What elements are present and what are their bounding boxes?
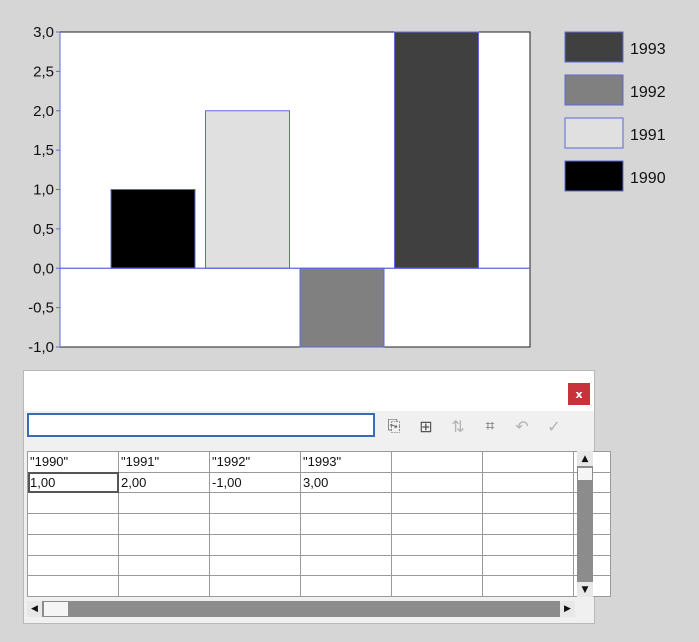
table-cell[interactable]	[300, 513, 392, 535]
table-cell[interactable]	[118, 533, 210, 556]
header-cell[interactable]: "1990"	[27, 451, 119, 473]
table-cell[interactable]	[118, 492, 210, 515]
edit-icon[interactable]: ⊞	[413, 415, 439, 437]
scroll-right-icon[interactable]: ▶	[560, 601, 575, 617]
cell-value-input[interactable]	[27, 413, 375, 437]
table-cell[interactable]	[118, 513, 210, 535]
table-cell[interactable]	[482, 471, 574, 494]
table-cell[interactable]	[482, 554, 574, 577]
table-cell[interactable]: -1,00	[209, 471, 301, 494]
apply-icon[interactable]: ✓	[541, 415, 567, 437]
table-cell[interactable]	[391, 513, 483, 535]
legend-swatch-1991[interactable]	[564, 117, 624, 149]
table-cell[interactable]	[482, 492, 574, 515]
legend-label: 1993	[630, 41, 666, 58]
table-cell[interactable]	[391, 575, 483, 597]
y-tick-label: 3,0	[33, 24, 54, 41]
data-grid: "1990" "1991" "1992" "1993" 1,00 2,00 -1,00 3,0…	[27, 451, 611, 597]
import-icon[interactable]: ⎘	[381, 415, 407, 437]
legend-label: 1990	[630, 170, 666, 187]
header-cell[interactable]: "1993"	[300, 451, 392, 473]
data-editor-dialog: x ⎘ ⊞ ⇅ ⌗ ↶ ✓ "1990""1991""1992""1993"1,…	[23, 370, 611, 624]
vertical-scroll-thumb[interactable]	[578, 468, 592, 480]
y-tick-label: 2,0	[33, 103, 54, 120]
y-tick-label: 0,0	[33, 260, 54, 277]
table-cell[interactable]	[300, 533, 392, 556]
table-cell[interactable]	[300, 575, 392, 597]
y-tick-label: -0,5	[28, 300, 54, 317]
table-row	[27, 492, 611, 515]
revert-icon[interactable]: ↶	[509, 415, 535, 437]
chart: -1,0 -0,5 0,0 0,5 1,0 1,5 2,0 2,5 3,0 1993 1992 19…	[28, 24, 666, 356]
swap-icon[interactable]: ⇅	[445, 415, 471, 437]
legend-swatch-1993[interactable]	[564, 31, 624, 63]
table-cell[interactable]	[27, 533, 119, 556]
table-cell[interactable]	[300, 492, 392, 515]
header-cell[interactable]	[391, 451, 483, 473]
table-cell[interactable]	[209, 513, 301, 535]
table-cell[interactable]	[391, 533, 483, 556]
header-cell[interactable]: "1992"	[209, 451, 301, 473]
table-cell[interactable]	[209, 492, 301, 515]
table-cell[interactable]	[300, 554, 392, 577]
horizontal-scroll-thumb[interactable]	[44, 602, 68, 616]
header-cell[interactable]	[482, 451, 574, 473]
table-cell[interactable]: 2,00	[118, 471, 210, 494]
table-cell[interactable]: 1,00	[27, 471, 119, 494]
bar-1993[interactable]	[394, 31, 479, 269]
table-row: 1,00 2,00 -1,00 3,00	[27, 471, 611, 494]
table-cell[interactable]	[27, 554, 119, 577]
dialog-titlebar: x	[24, 371, 594, 411]
close-button[interactable]: x	[568, 383, 590, 405]
scroll-up-icon[interactable]: ▲	[577, 451, 593, 466]
y-tick-label: 0,5	[33, 221, 54, 238]
table-row	[27, 533, 611, 556]
table-cell[interactable]	[482, 575, 574, 597]
table-cell[interactable]	[27, 575, 119, 597]
y-tick-label: 1,0	[33, 182, 54, 199]
bar-1992[interactable]	[299, 267, 385, 348]
vertical-scrollbar[interactable]: ▲ ▼	[577, 451, 593, 597]
horizontal-scrollbar[interactable]: ◀ ▶	[27, 601, 575, 617]
table-row	[27, 554, 611, 577]
y-tick-label: -1,0	[28, 339, 54, 356]
table-cell[interactable]	[209, 533, 301, 556]
table-cell[interactable]	[391, 471, 483, 494]
table-cell[interactable]	[482, 513, 574, 535]
scroll-left-icon[interactable]: ◀	[27, 601, 42, 617]
legend-swatch-1992[interactable]	[564, 74, 624, 106]
table-cell[interactable]	[209, 554, 301, 577]
table-cell[interactable]	[118, 554, 210, 577]
table-cell[interactable]	[391, 492, 483, 515]
bar-1990[interactable]	[110, 189, 196, 269]
header-cell[interactable]: "1991"	[118, 451, 210, 473]
table-cell[interactable]	[118, 575, 210, 597]
table-cell[interactable]	[27, 513, 119, 535]
legend-label: 1991	[630, 127, 666, 144]
table-cell[interactable]	[27, 492, 119, 515]
bar-1991[interactable]	[205, 110, 290, 269]
table-cell[interactable]	[391, 554, 483, 577]
legend-label: 1992	[630, 84, 666, 101]
y-tick-label: 1,5	[33, 142, 54, 159]
editor-toolbar: ⎘ ⊞ ⇅ ⌗ ↶ ✓	[381, 414, 567, 438]
table-cell[interactable]	[209, 575, 301, 597]
scroll-down-icon[interactable]: ▼	[577, 582, 593, 597]
table-row	[27, 513, 611, 535]
table-cell[interactable]: 3,00	[300, 471, 392, 494]
legend-swatch-1990[interactable]	[564, 160, 624, 192]
table-cell[interactable]	[482, 533, 574, 556]
y-tick-label: 2,5	[33, 63, 54, 80]
cell-style-icon[interactable]: ⌗	[477, 415, 503, 437]
table-row	[27, 575, 611, 597]
header-row: "1990" "1991" "1992" "1993"	[27, 451, 611, 473]
